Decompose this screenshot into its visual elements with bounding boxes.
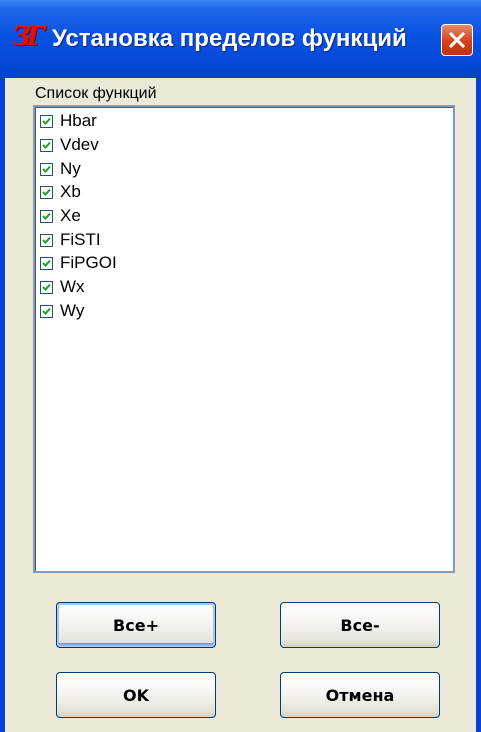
check-icon [42, 188, 51, 196]
list-item-label: Wx [60, 277, 85, 296]
list-item-label: Hbar [60, 111, 97, 130]
list-item-xe[interactable]: Xe [40, 204, 81, 228]
title-bar[interactable]: ЗГ Установка пределов функций [0, 0, 481, 78]
checkbox[interactable] [40, 114, 53, 128]
close-icon [448, 31, 466, 49]
list-item-xb[interactable]: Xb [40, 180, 81, 204]
select-all-button[interactable]: Все+ [56, 602, 216, 648]
list-item-vdev[interactable]: Vdev [40, 133, 99, 157]
list-item-hbar[interactable]: Hbar [40, 109, 97, 133]
check-icon [42, 283, 51, 291]
checkbox[interactable] [40, 138, 53, 152]
check-icon [42, 212, 51, 220]
checkbox[interactable] [40, 280, 53, 294]
check-icon [42, 165, 51, 173]
check-icon [42, 117, 51, 125]
list-item-label: Wy [60, 301, 85, 320]
list-item-wy[interactable]: Wy [40, 299, 84, 323]
ok-button[interactable]: OK [56, 672, 216, 718]
list-item-label: FiSTI [60, 230, 101, 249]
check-icon [42, 259, 51, 267]
list-item-ny[interactable]: Ny [40, 157, 81, 181]
list-item-fipgoi[interactable]: FiPGOI [40, 251, 117, 275]
list-item-wx[interactable]: Wx [40, 275, 85, 299]
list-item-label: Xb [60, 182, 81, 201]
list-item-label: Vdev [60, 135, 99, 154]
checkbox[interactable] [40, 162, 53, 176]
dialog-client-area: Список функций Hbar Vdev Ny Xb Xe FiSTI … [5, 78, 476, 732]
list-item-label: Ny [60, 159, 81, 178]
function-checklist[interactable]: Hbar Vdev Ny Xb Xe FiSTI FiPGOI Wx Wy [33, 105, 455, 573]
check-icon [42, 141, 51, 149]
checkbox[interactable] [40, 233, 53, 247]
close-button[interactable] [441, 24, 473, 56]
check-icon [42, 307, 51, 315]
app-logo-icon: ЗГ [12, 22, 45, 52]
window-title: Установка пределов функций [52, 25, 407, 52]
dialog-window: ЗГ Установка пределов функций Список фун… [0, 0, 481, 732]
list-item-fisti[interactable]: FiSTI [40, 228, 101, 252]
checkbox[interactable] [40, 185, 53, 199]
checkbox[interactable] [40, 209, 53, 223]
check-icon [42, 236, 51, 244]
checkbox[interactable] [40, 304, 53, 318]
list-item-label: FiPGOI [60, 253, 117, 272]
checkbox[interactable] [40, 256, 53, 270]
deselect-all-button[interactable]: Все- [280, 602, 440, 648]
function-list-label: Список функций [35, 85, 157, 102]
list-item-label: Xe [60, 206, 81, 225]
cancel-button[interactable]: Отмена [280, 672, 440, 718]
